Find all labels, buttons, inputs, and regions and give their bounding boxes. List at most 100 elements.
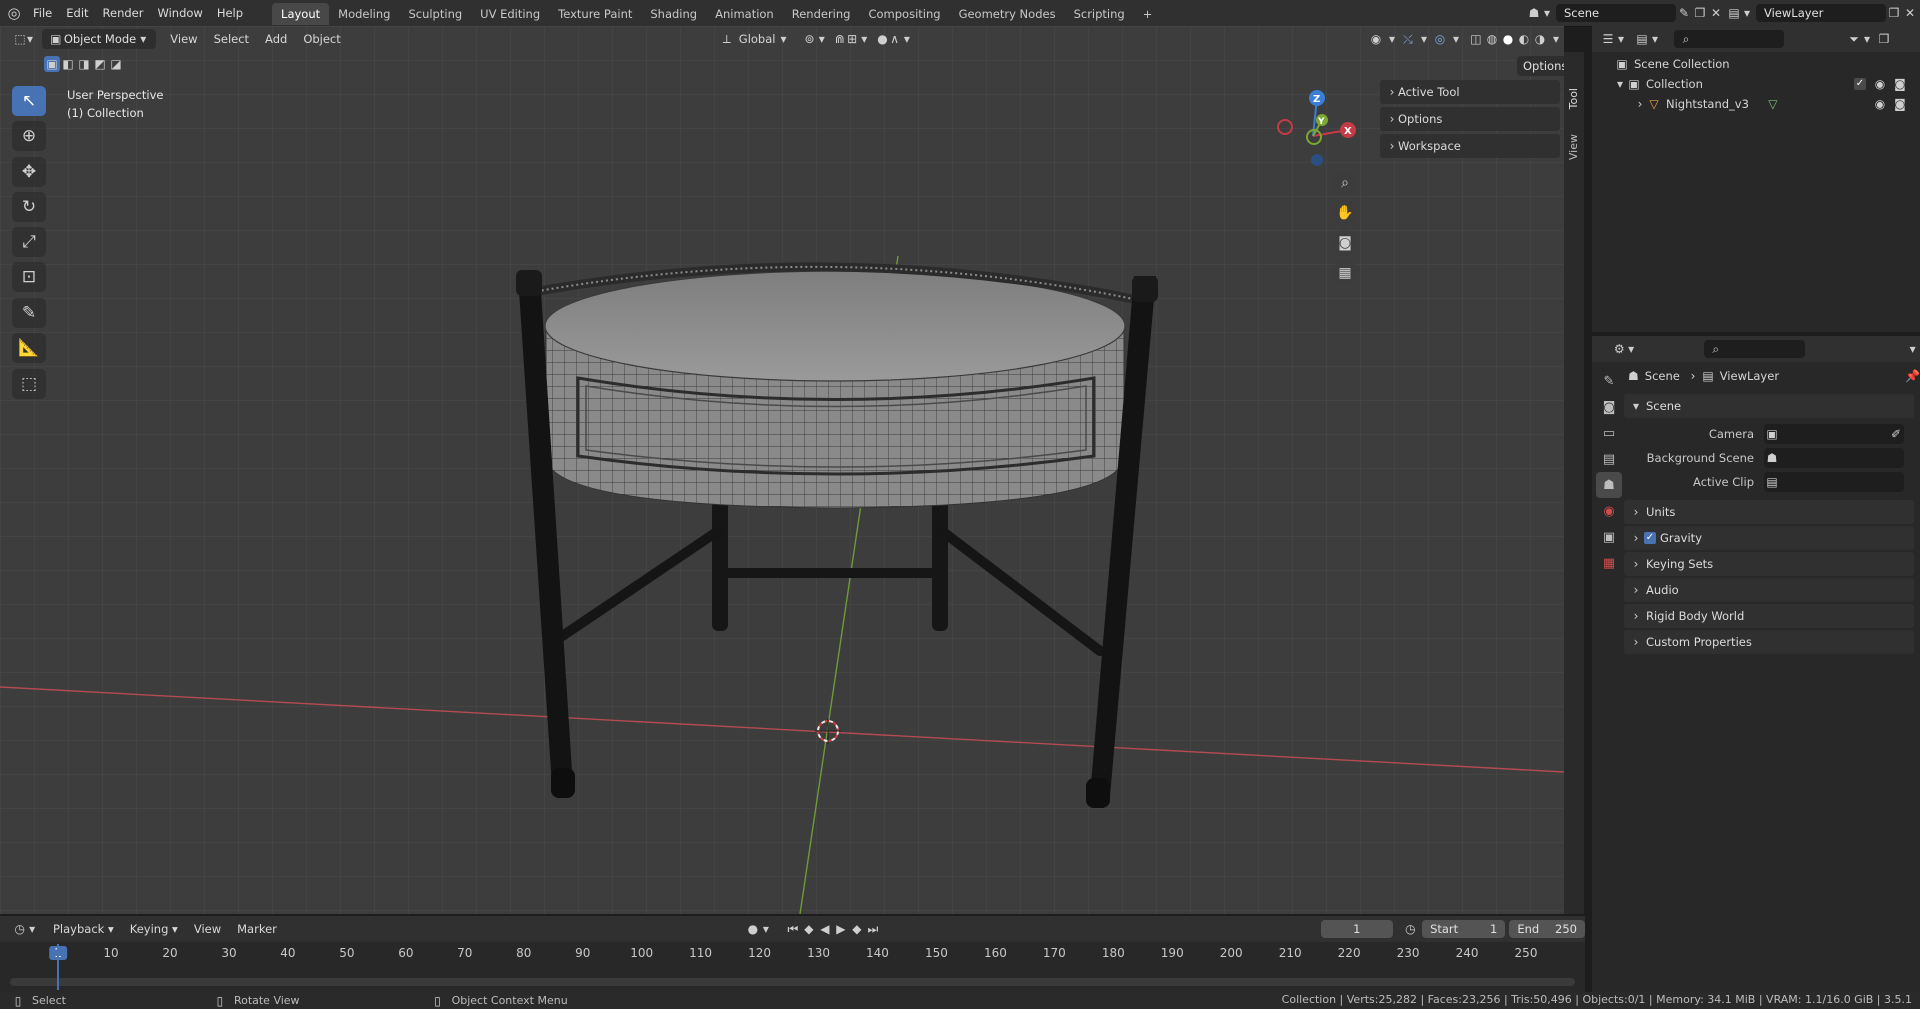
close-icon[interactable]: ✕	[1902, 5, 1918, 21]
snap-icon[interactable]: ⋒	[834, 31, 846, 47]
eyedropper-icon[interactable]: ✐	[1888, 426, 1904, 442]
viewport-menu-view[interactable]: View	[162, 26, 205, 52]
menu-file[interactable]: File	[26, 0, 59, 26]
overlays-icon[interactable]: ◎	[1432, 31, 1448, 47]
scene-icon[interactable]: ☗	[1526, 5, 1542, 21]
select-box-tool[interactable]: ↖	[12, 86, 46, 116]
material-shading-icon[interactable]: ◐	[1516, 31, 1532, 47]
cursor-tool[interactable]: ⊕	[12, 121, 46, 151]
rotate-tool[interactable]: ↻	[12, 192, 46, 222]
npanel-workspace[interactable]: › Workspace	[1380, 134, 1560, 158]
proportional-editing-icon[interactable]: ●	[876, 31, 888, 47]
tab-sculpting[interactable]: Sculpting	[399, 3, 471, 25]
npanel-tab-view[interactable]: View	[1567, 134, 1580, 160]
tab-texture-paint[interactable]: Texture Paint	[549, 3, 641, 25]
transform-orientation[interactable]: ⟂ Global ▾	[719, 31, 792, 47]
outliner-editor-icon[interactable]: ☰	[1600, 31, 1616, 47]
tool-tab-icon[interactable]: ✎	[1596, 368, 1622, 394]
camera-field[interactable]: ▣ ✐	[1764, 424, 1904, 444]
section-keying-sets[interactable]: › Keying Sets	[1624, 552, 1914, 576]
tab-rendering[interactable]: Rendering	[783, 3, 860, 25]
annotate-tool[interactable]: ✎	[12, 298, 46, 328]
filter-icon[interactable]: ⏷	[1846, 31, 1862, 47]
editor-type-icon[interactable]: ⬚	[14, 31, 26, 47]
xray-icon[interactable]: ◫	[1468, 31, 1484, 47]
scene-name-field[interactable]: Scene	[1556, 4, 1676, 22]
chevron-down-icon[interactable]: ▾	[1905, 341, 1920, 357]
3d-viewport[interactable]: Z X Y ⬚ ▾ ▣ Object Mode ▾ View Select Ad…	[0, 26, 1564, 914]
viewport-menu-select[interactable]: Select	[206, 26, 257, 52]
outliner-search-input[interactable]: ⌕	[1674, 30, 1784, 48]
menu-window[interactable]: Window	[150, 0, 209, 26]
scene-tab-icon[interactable]: ☗	[1596, 472, 1622, 498]
camera-render-icon[interactable]: ◙	[1892, 76, 1908, 92]
collection-tab-icon[interactable]: ▣	[1596, 524, 1622, 550]
pin-icon[interactable]: ✎	[1676, 5, 1692, 21]
select-intersect-icon[interactable]: ◪	[108, 56, 124, 72]
rendered-shading-icon[interactable]: ◑	[1532, 31, 1548, 47]
viewport-menu-add[interactable]: Add	[257, 26, 295, 52]
wireframe-shading-icon[interactable]: ◍	[1484, 31, 1500, 47]
properties-editor-icon[interactable]: ⚙	[1612, 341, 1627, 357]
section-gravity[interactable]: › ✓ Gravity	[1624, 526, 1914, 550]
mesh-data-icon[interactable]: ▽	[1765, 96, 1781, 112]
pin-icon[interactable]: 📌	[1905, 368, 1920, 384]
close-icon[interactable]: ✕	[1708, 5, 1724, 21]
tab-modeling[interactable]: Modeling	[329, 3, 399, 25]
new-collection-icon[interactable]: ❐	[1876, 31, 1892, 47]
tab-geometry-nodes[interactable]: Geometry Nodes	[950, 3, 1065, 25]
move-tool[interactable]: ✥	[12, 157, 46, 187]
mode-selector[interactable]: ▣ Object Mode ▾	[41, 29, 157, 49]
active-clip-field[interactable]: ▤	[1764, 472, 1904, 492]
zoom-button[interactable]: ⌕	[1332, 170, 1358, 196]
background-scene-field[interactable]: ☗	[1764, 448, 1904, 468]
tab-compositing[interactable]: Compositing	[859, 3, 949, 25]
new-view-layer-icon[interactable]: ❐	[1886, 5, 1902, 21]
solid-shading-icon[interactable]: ●	[1500, 31, 1516, 47]
new-scene-icon[interactable]: ❐	[1692, 5, 1708, 21]
viewport-scene[interactable]: Z X Y	[0, 26, 1564, 914]
npanel-tab-tool[interactable]: Tool	[1567, 88, 1580, 109]
npanel-active-tool[interactable]: › Active Tool	[1380, 80, 1560, 104]
playhead-line[interactable]	[57, 944, 59, 990]
timeline-scrollbar[interactable]	[10, 978, 1575, 986]
gravity-checkbox[interactable]: ✓	[1644, 532, 1656, 544]
select-subtract-icon[interactable]: ◨	[76, 56, 92, 72]
select-extend-icon[interactable]: ◧	[60, 56, 76, 72]
section-scene[interactable]: ▾ Scene	[1624, 394, 1914, 418]
section-custom-properties[interactable]: › Custom Properties	[1624, 630, 1914, 654]
world-tab-icon[interactable]: ◉	[1596, 498, 1622, 524]
snap-target-icon[interactable]: ⊞	[846, 31, 858, 47]
view-layer-tab-icon[interactable]: ▤	[1596, 446, 1622, 472]
eye-icon[interactable]: ◉	[1872, 96, 1888, 112]
measure-tool[interactable]: 📐	[12, 333, 46, 363]
outliner-row-scene-collection[interactable]: ▣ Scene Collection	[1592, 54, 1920, 74]
eye-icon[interactable]: ◉	[1872, 76, 1888, 92]
menu-help[interactable]: Help	[210, 0, 250, 26]
menu-edit[interactable]: Edit	[59, 0, 95, 26]
npanel-options[interactable]: › Options	[1380, 107, 1560, 131]
chevron-down-icon[interactable]: ▾	[1614, 76, 1626, 92]
section-units[interactable]: › Units	[1624, 500, 1914, 524]
camera-render-icon[interactable]: ◙	[1892, 96, 1908, 112]
pivot-point-icon[interactable]: ⊚	[803, 31, 815, 47]
tab-layout[interactable]: Layout	[272, 3, 330, 25]
chevron-right-icon[interactable]: ›	[1634, 96, 1646, 112]
transform-tool[interactable]: ⊡	[12, 262, 46, 292]
scale-tool[interactable]: ⤢	[12, 227, 46, 257]
tab-scripting[interactable]: Scripting	[1065, 3, 1134, 25]
options-dropdown[interactable]: Options	[1517, 56, 1564, 76]
texture-tab-icon[interactable]: ▦	[1596, 550, 1622, 576]
outliner-row-collection[interactable]: ▾ ▣ Collection ✓ ◉ ◙	[1592, 74, 1920, 94]
add-workspace-button[interactable]: +	[1134, 3, 1162, 25]
section-rigid-body-world[interactable]: › Rigid Body World	[1624, 604, 1914, 628]
properties-search-input[interactable]: ⌕	[1703, 340, 1806, 358]
tab-shading[interactable]: Shading	[641, 3, 706, 25]
select-invert-icon[interactable]: ◩	[92, 56, 108, 72]
output-tab-icon[interactable]: ▭	[1596, 420, 1622, 446]
outliner-row-object[interactable]: › ▽ Nightstand_v3 ▽ ◉ ◙	[1592, 94, 1920, 114]
gizmo-neg-z-icon[interactable]	[1311, 154, 1323, 166]
blender-logo-icon[interactable]: ◎	[6, 5, 22, 21]
section-audio[interactable]: › Audio	[1624, 578, 1914, 602]
falloff-icon[interactable]: ∧	[889, 31, 901, 47]
